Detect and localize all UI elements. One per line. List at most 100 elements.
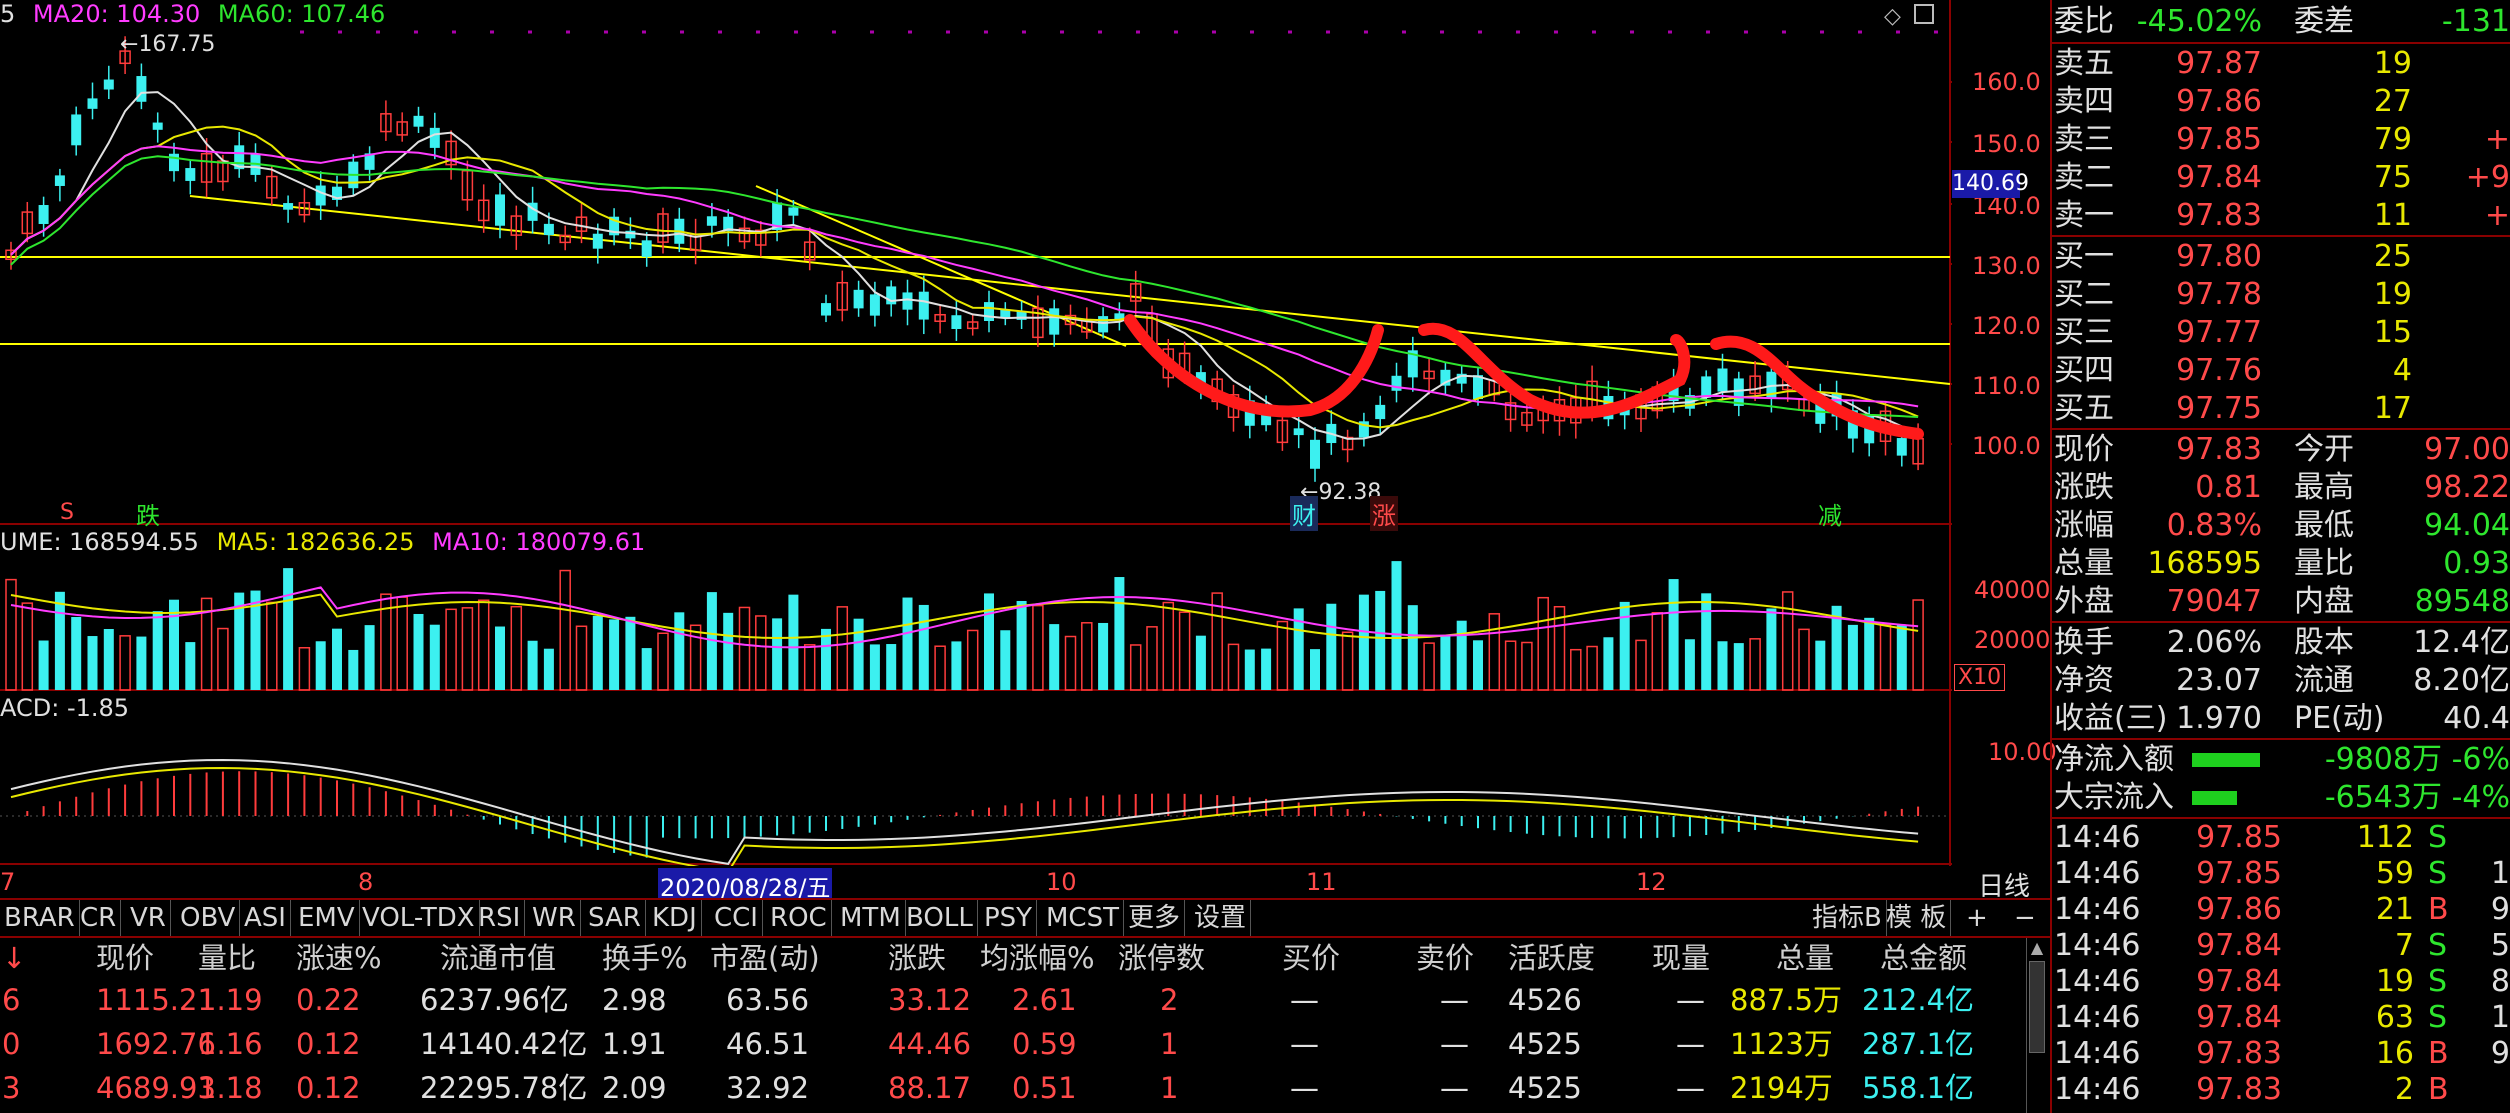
table-row[interactable]: 3 4689.93 1.18 0.12 22295.78亿 2.09 32.92 88.17 0… xyxy=(0,1066,2052,1110)
tick-volume: 19 xyxy=(2375,964,2414,999)
volume-bar xyxy=(1570,648,1582,691)
tab-add[interactable]: + xyxy=(1962,900,1992,936)
volume-bar xyxy=(445,608,457,691)
tab-mcst[interactable]: MCST xyxy=(1042,900,1124,936)
panel-separator xyxy=(2052,621,2510,623)
candle-body xyxy=(592,233,603,249)
candle-body xyxy=(1310,439,1320,469)
volume-bar xyxy=(984,593,994,690)
table-header: ↓ 现价 量比 涨速% 流通市值 换手% 市盈(动) 涨跌 均涨幅% 涨停数 买… xyxy=(0,938,2052,978)
tick-side: B xyxy=(2428,1072,2449,1107)
scroll-up-icon[interactable]: ▲ xyxy=(2027,938,2047,957)
col-header-price[interactable]: 现价 xyxy=(96,938,154,978)
candle-body xyxy=(1896,438,1907,456)
tick-side: S xyxy=(2428,928,2448,963)
tab-obv[interactable]: OBV xyxy=(176,900,241,936)
tab-more[interactable]: 更多 xyxy=(1124,900,1186,936)
quote-value: 0.83% xyxy=(2166,508,2262,543)
volume-bar xyxy=(510,605,523,691)
marker-rise[interactable]: 涨 xyxy=(1370,496,1398,531)
col-header-ask[interactable]: 卖价 xyxy=(1416,938,1474,978)
tab-cr[interactable]: CR xyxy=(76,900,122,936)
tab-indicator-b[interactable]: 指标B xyxy=(1808,900,1887,936)
candle-body xyxy=(38,205,49,224)
scroll-thumb[interactable] xyxy=(2029,961,2045,1053)
tab-psy[interactable]: PSY xyxy=(980,900,1038,936)
marker-finance[interactable]: 财 xyxy=(1290,496,1318,531)
col-header-change[interactable]: 涨跌 xyxy=(888,938,946,978)
col-header-bid[interactable]: 买价 xyxy=(1282,938,1340,978)
col-header-avg-change[interactable]: 均涨幅% xyxy=(980,938,1095,978)
table-row[interactable]: 0 1692.76 1.16 0.12 14140.42亿 1.91 46.51 44.46 0… xyxy=(0,1022,2052,1066)
marker-s[interactable]: S xyxy=(60,500,74,525)
tick-time: 14:46 xyxy=(2054,964,2141,999)
tab-settings[interactable]: 设置 xyxy=(1190,900,1252,936)
tab-rsi[interactable]: RSI xyxy=(474,900,526,936)
marker-reduce[interactable]: 减 xyxy=(1818,496,1842,531)
tab-cci[interactable]: CCI xyxy=(710,900,763,936)
stats-value: 1.970 xyxy=(2176,701,2262,736)
tab-boll[interactable]: BOLL xyxy=(902,900,978,936)
bid-price: 97.78 xyxy=(2176,277,2262,312)
tab-vol-tdx[interactable]: VOL-TDX xyxy=(358,900,480,936)
tab-brar[interactable]: BRAR xyxy=(0,900,80,936)
table-cell: 212.4亿 xyxy=(1862,983,1975,1017)
quote-panel: 委比 -45.02% 委差 -131 卖五 97.87 19 卖四 97.86 27 卖三 97.85… xyxy=(2052,0,2510,1113)
volume-bar xyxy=(1407,605,1418,690)
table-cell: 2194万 xyxy=(1730,1071,1833,1105)
col-header-pe[interactable]: 市盈(动) xyxy=(710,938,820,978)
kline-chart[interactable] xyxy=(0,0,1952,866)
tick-extra: 9 xyxy=(2490,892,2510,927)
candle-body xyxy=(1473,375,1483,400)
bid-level-row: 买三 97.77 15 xyxy=(2052,314,2510,352)
table-cell: 3 xyxy=(2,1071,21,1105)
marker-drop[interactable]: 跌 xyxy=(136,496,160,531)
tab-wr[interactable]: WR xyxy=(528,900,581,936)
table-cell: 2.61 xyxy=(1012,983,1077,1017)
date-label-7: 7 xyxy=(0,868,16,896)
tab-mtm[interactable]: MTM xyxy=(836,900,906,936)
candle-body xyxy=(429,127,440,148)
tab-vr[interactable]: VR xyxy=(126,900,171,936)
bid-label: 买一 xyxy=(2054,239,2114,274)
bid-label: 买三 xyxy=(2054,315,2114,350)
volume-bar xyxy=(609,619,620,690)
table-cell: 887.5万 xyxy=(1730,983,1843,1017)
col-header-limit-up[interactable]: 涨停数 xyxy=(1118,938,1205,978)
col-header-float-cap[interactable]: 流通市值 xyxy=(440,938,556,978)
col-header-total-amount[interactable]: 总金额 xyxy=(1880,938,1967,978)
col-header-total-vol[interactable]: 总量 xyxy=(1776,938,1834,978)
tab-sar[interactable]: SAR xyxy=(584,900,646,936)
panel-toggle-icon[interactable] xyxy=(1914,4,1934,24)
volume-bar xyxy=(1276,620,1289,691)
table-cell: 6237.96亿 xyxy=(420,983,569,1017)
col-header-turnover[interactable]: 换手% xyxy=(602,938,688,978)
tab-template[interactable]: 模 板 xyxy=(1882,900,1952,936)
col-header-cur-vol[interactable]: 现量 xyxy=(1652,938,1710,978)
tab-roc[interactable]: ROC xyxy=(766,900,832,936)
quote-label: 涨跌 xyxy=(2054,470,2114,505)
table-row[interactable]: 6 1115.21 1.19 0.22 6237.96亿 2.98 63.56 33.12 2.… xyxy=(0,978,2052,1022)
volume-bar xyxy=(1146,626,1158,691)
table-scrollbar[interactable]: ▲ xyxy=(2026,938,2047,1113)
tab-emv[interactable]: EMV xyxy=(294,900,360,936)
col-header-speed[interactable]: 涨速% xyxy=(296,938,382,978)
volume-bar xyxy=(821,628,831,690)
volume-bar xyxy=(738,606,751,691)
tab-kdj[interactable]: KDJ xyxy=(648,900,702,936)
quote-label: 现价 xyxy=(2054,432,2114,467)
volume-bar xyxy=(119,635,131,691)
table-cell: 0.51 xyxy=(1012,1071,1077,1105)
tab-remove[interactable]: − xyxy=(2010,900,2040,936)
kline-chart-area[interactable]: 5 MA20: 104.30 MA60: 107.46 ◇ UME: 16859… xyxy=(0,0,2057,903)
volume-bar xyxy=(71,616,82,690)
diamond-icon[interactable]: ◇ xyxy=(1884,4,1901,29)
col-header-activity[interactable]: 活跃度 xyxy=(1508,938,1595,978)
col-header-vol-ratio[interactable]: 量比 xyxy=(198,938,256,978)
volume-bar xyxy=(1603,637,1614,690)
volume-bar xyxy=(543,648,554,690)
candle-body xyxy=(1701,376,1712,398)
volume-bar xyxy=(1114,577,1125,690)
ask-level-row: 卖二 97.84 75 +9 xyxy=(2052,159,2510,197)
tab-asi[interactable]: ASI xyxy=(240,900,291,936)
